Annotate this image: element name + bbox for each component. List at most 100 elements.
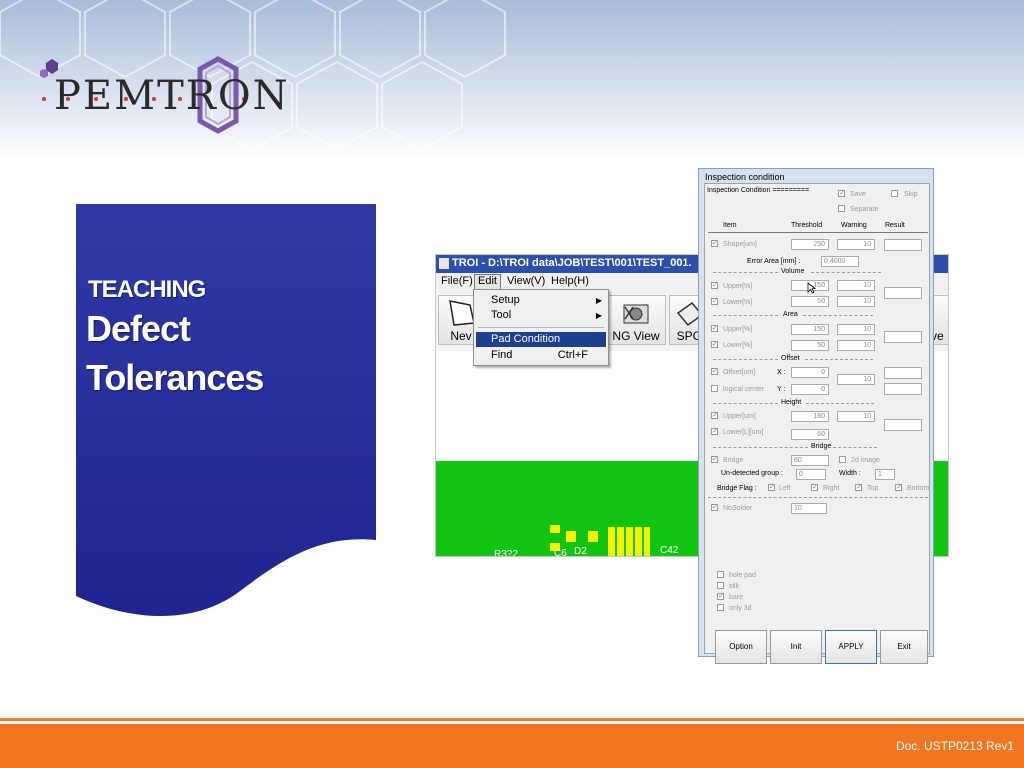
exit-button[interactable]: Exit	[880, 630, 928, 664]
offset-x-label: X :	[777, 369, 786, 376]
section-line	[713, 403, 778, 404]
area-upper-threshold-field[interactable]: 150	[791, 324, 829, 335]
2d-image-checkbox[interactable]	[839, 456, 846, 463]
flag-bottom-label: Bottom	[907, 485, 930, 492]
bridge-checkbox[interactable]: ✓	[711, 456, 718, 463]
teaching-label: TEACHING	[88, 276, 206, 303]
flag-right-checkbox[interactable]: ✓	[811, 484, 818, 491]
shape-threshold-field[interactable]: 250	[791, 239, 829, 250]
silk-checkbox[interactable]	[717, 582, 724, 589]
nosolder-checkbox[interactable]: ✓	[711, 504, 718, 511]
shape-result-field	[884, 239, 922, 251]
vol-upper-warning-field[interactable]: 10	[837, 280, 875, 291]
logo-text: PEMTRON	[54, 73, 290, 119]
shape-warning-field[interactable]: 10	[837, 239, 875, 250]
flag-bottom-checkbox[interactable]: ✓	[895, 484, 902, 491]
error-area-select[interactable]: 0.4000	[821, 256, 859, 267]
area-upper-warning-field[interactable]: 10	[837, 324, 875, 335]
pad-condition-label: Pad Condition	[491, 333, 561, 345]
offset-y-field[interactable]: 0	[791, 384, 829, 395]
find-label: Find	[491, 349, 513, 361]
height-lower-checkbox[interactable]: ✓	[711, 428, 718, 435]
bridge-header: Bridge	[811, 443, 832, 450]
bridge-label: Bridge	[723, 457, 744, 464]
menu-item-find[interactable]: Find Ctrl+F	[476, 348, 606, 363]
flag-right-label: Right	[823, 485, 840, 492]
error-area-label: Error Area [mm] :	[747, 258, 801, 265]
toolbar-ngview-label: NG View	[612, 329, 660, 343]
shape-checkbox[interactable]: ✓	[711, 240, 718, 247]
app-title: TROI - D:\TROI data\JOB\TEST\001\TEST_00…	[452, 257, 692, 269]
hole-pad-checkbox[interactable]	[717, 571, 724, 578]
section-line	[811, 272, 881, 273]
section-line	[708, 497, 928, 498]
height-header: Height	[781, 399, 802, 406]
offset-x-field[interactable]: 0	[791, 367, 829, 378]
offset-x-result-field	[884, 367, 922, 379]
section-line	[713, 359, 778, 360]
condition-header: Inspection Condition =========	[707, 187, 810, 194]
find-shortcut: Ctrl+F	[557, 349, 588, 361]
section-line	[713, 272, 778, 273]
init-button[interactable]: Init	[770, 630, 822, 664]
menu-item-tool[interactable]: Tool ▶	[476, 308, 606, 323]
section-line	[713, 447, 808, 448]
save-label: Save	[850, 191, 866, 198]
apply-button[interactable]: APPLY	[825, 630, 877, 664]
skip-checkbox[interactable]	[891, 190, 898, 197]
height-upper-threshold-field[interactable]: 180	[791, 411, 829, 422]
footer-divider	[0, 718, 1024, 721]
bridge-field[interactable]: 60	[791, 455, 829, 466]
save-checkbox[interactable]: ✓	[838, 190, 845, 197]
vol-lower-threshold-field[interactable]: 50	[791, 296, 829, 307]
section-line	[713, 315, 778, 316]
header-band: PEMTRON	[0, 0, 1024, 160]
menu-item-pad-condition[interactable]: Pad Condition	[476, 332, 606, 347]
menu-separator	[478, 327, 604, 328]
app-icon	[439, 258, 449, 269]
pcb-label-d2: D2	[574, 546, 587, 557]
height-lower-threshold-field[interactable]: 60	[791, 429, 829, 440]
tool-label: Tool	[491, 309, 512, 321]
area-lower-threshold-field[interactable]: 50	[791, 340, 829, 351]
slide: PEMTRON TEACHING Defect Tolerances TROI …	[0, 0, 1024, 768]
area-upper-checkbox[interactable]: ✓	[711, 325, 718, 332]
bare-checkbox[interactable]: ✓	[717, 593, 724, 600]
title-panel-shape	[76, 204, 376, 617]
volume-header: Volume	[781, 268, 805, 275]
menu-file[interactable]: File(F)	[438, 275, 476, 287]
option-button[interactable]: Option	[715, 630, 767, 664]
menu-item-setup[interactable]: Setup ▶	[476, 293, 606, 308]
width-field[interactable]: 1	[875, 469, 895, 480]
undetected-group-field[interactable]: 0	[796, 469, 826, 480]
height-upper-warning-field[interactable]: 10	[837, 411, 875, 422]
flag-top-checkbox[interactable]: ✓	[855, 484, 862, 491]
height-upper-checkbox[interactable]: ✓	[711, 412, 718, 419]
area-lower-warning-field[interactable]: 10	[837, 340, 875, 351]
nosolder-field[interactable]: 10	[791, 503, 827, 514]
toolbar-ngview-button[interactable]: NG View	[606, 295, 666, 345]
offset-y-label: Y :	[777, 386, 786, 393]
vol-lower-checkbox[interactable]: ✓	[711, 298, 718, 305]
area-upper-label: Upper[%]	[723, 326, 753, 333]
footer-band: Doc. USTP0213 Rev1	[0, 724, 1024, 768]
volume-result-field	[884, 287, 922, 299]
menu-view[interactable]: View(V)	[504, 275, 548, 287]
menu-help[interactable]: Help(H)	[548, 275, 592, 287]
vol-upper-checkbox[interactable]: ✓	[711, 282, 718, 289]
flag-left-checkbox[interactable]: ✓	[768, 484, 775, 491]
logical-center-label: logical center	[723, 386, 765, 393]
logical-center-checkbox[interactable]	[711, 385, 718, 392]
pcb-label-c42: C42	[660, 545, 679, 556]
undetected-group-label: Un-detected group :	[721, 470, 783, 477]
vol-lower-warning-field[interactable]: 10	[837, 296, 875, 307]
menu-edit[interactable]: Edit	[474, 274, 501, 290]
offset-label: Offset[um]	[723, 369, 756, 376]
separate-checkbox[interactable]	[838, 205, 845, 212]
offset-checkbox[interactable]: ✓	[711, 368, 718, 375]
only3d-checkbox[interactable]	[717, 604, 724, 611]
offset-warning-field[interactable]: 10	[837, 374, 875, 385]
col-threshold: Threshold	[791, 222, 823, 229]
area-lower-checkbox[interactable]: ✓	[711, 341, 718, 348]
col-item: Item	[723, 222, 737, 229]
